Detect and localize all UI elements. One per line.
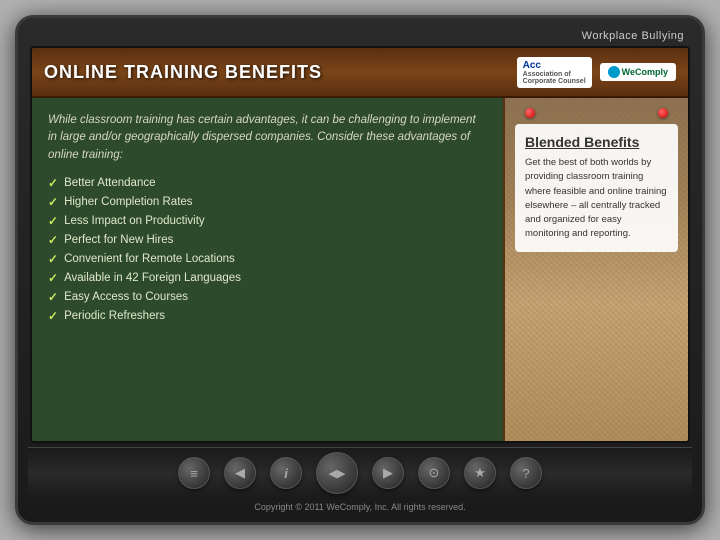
star-icon: ★ bbox=[474, 465, 486, 481]
intro-text: While classroom training has certain adv… bbox=[48, 112, 487, 164]
benefit-label: Easy Access to Courses bbox=[64, 291, 188, 303]
blended-title: Blended Benefits bbox=[525, 134, 668, 150]
list-item: ✓ Higher Completion Rates bbox=[48, 193, 487, 212]
checkmark-icon: ✓ bbox=[48, 176, 58, 190]
star-button[interactable]: ★ bbox=[464, 457, 496, 489]
acc-logo: Acc Association ofCorporate Counsel bbox=[517, 57, 592, 88]
blended-text: Get the best of both worlds by providing… bbox=[525, 156, 668, 242]
menu-button[interactable]: ≡ bbox=[178, 457, 210, 489]
record-icon: ⊙ bbox=[429, 465, 440, 481]
list-item: ✓ Convenient for Remote Locations bbox=[48, 250, 487, 269]
copyright-text: Copyright © 2011 WeComply, Inc. All righ… bbox=[254, 502, 465, 512]
logos-area: Acc Association ofCorporate Counsel WeCo… bbox=[517, 57, 676, 88]
benefit-label: Higher Completion Rates bbox=[64, 196, 192, 208]
benefit-label: Convenient for Remote Locations bbox=[64, 253, 235, 265]
wecomply-logo: WeComply bbox=[600, 63, 676, 81]
pushpin-left bbox=[525, 108, 535, 118]
list-item: ✓ Easy Access to Courses bbox=[48, 288, 487, 307]
list-item: ✓ Periodic Refreshers bbox=[48, 307, 487, 326]
help-button[interactable]: ? bbox=[510, 457, 542, 489]
benefit-label: Periodic Refreshers bbox=[64, 310, 165, 322]
top-bar: Workplace Bullying bbox=[28, 28, 692, 46]
play-icon: ◀▶ bbox=[329, 467, 346, 480]
list-item: ✓ Perfect for New Hires bbox=[48, 231, 487, 250]
page-title: ONLINE TRAINING BENEFITS bbox=[44, 62, 322, 83]
benefit-label: Perfect for New Hires bbox=[64, 234, 173, 246]
wecomply-circle bbox=[608, 66, 620, 78]
checkmark-icon: ✓ bbox=[48, 233, 58, 247]
info-icon: i bbox=[284, 466, 288, 481]
play-button[interactable]: ◀▶ bbox=[316, 452, 358, 494]
back-icon: ◀ bbox=[235, 465, 245, 481]
info-button[interactable]: i bbox=[270, 457, 302, 489]
forward-button[interactable]: ▶ bbox=[372, 457, 404, 489]
back-button[interactable]: ◀ bbox=[224, 457, 256, 489]
content-area: While classroom training has certain adv… bbox=[32, 98, 688, 441]
checkmark-icon: ✓ bbox=[48, 290, 58, 304]
checkmark-icon: ✓ bbox=[48, 309, 58, 323]
checkmark-icon: ✓ bbox=[48, 195, 58, 209]
pushpin-right bbox=[658, 108, 668, 118]
right-panel: Blended Benefits Get the best of both wo… bbox=[503, 98, 688, 441]
benefit-label: Better Attendance bbox=[64, 177, 155, 189]
forward-icon: ▶ bbox=[383, 465, 393, 481]
pushpins bbox=[515, 108, 678, 118]
blended-card: Blended Benefits Get the best of both wo… bbox=[515, 124, 678, 252]
left-panel: While classroom training has certain adv… bbox=[32, 98, 503, 441]
record-button[interactable]: ⊙ bbox=[418, 457, 450, 489]
list-item: ✓ Better Attendance bbox=[48, 174, 487, 193]
menu-icon: ≡ bbox=[190, 466, 198, 481]
checkmark-icon: ✓ bbox=[48, 271, 58, 285]
wecomply-text: WeComply bbox=[622, 67, 668, 77]
benefits-list: ✓ Better Attendance ✓ Higher Completion … bbox=[48, 174, 487, 326]
benefit-label: Available in 42 Foreign Languages bbox=[64, 272, 241, 284]
list-item: ✓ Available in 42 Foreign Languages bbox=[48, 269, 487, 288]
benefit-label: Less Impact on Productivity bbox=[64, 215, 205, 227]
app-title: Workplace Bullying bbox=[582, 30, 684, 42]
header-bar: ONLINE TRAINING BENEFITS Acc Association… bbox=[32, 48, 688, 98]
list-item: ✓ Less Impact on Productivity bbox=[48, 212, 487, 231]
bottom-nav-bar: ≡ ◀ i ◀▶ ▶ ⊙ ★ ? bbox=[28, 447, 692, 499]
device-frame: Workplace Bullying ONLINE TRAINING BENEF… bbox=[15, 15, 705, 525]
help-icon: ? bbox=[522, 466, 529, 481]
screen: ONLINE TRAINING BENEFITS Acc Association… bbox=[30, 46, 690, 443]
checkmark-icon: ✓ bbox=[48, 252, 58, 266]
checkmark-icon: ✓ bbox=[48, 214, 58, 228]
